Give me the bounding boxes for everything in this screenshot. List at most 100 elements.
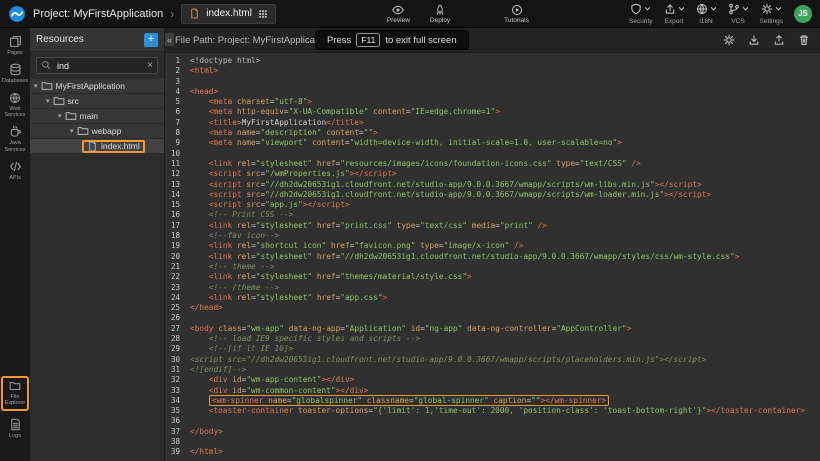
i18n-menu[interactable]: i18N [696,3,717,25]
code-line[interactable]: <!-- load IE9 specific styles and script… [190,334,820,344]
tree-item-src[interactable]: ▾src [30,94,164,109]
globe-icon [696,3,708,17]
tree-item-MyFirstApplication[interactable]: ▾MyFirstApplication [30,79,164,94]
grid-icon[interactable] [258,9,268,19]
search-input[interactable] [55,60,143,72]
code-line[interactable]: </body> [190,427,820,437]
code-line[interactable]: <!doctype html> [190,56,820,66]
code-line[interactable]: <toaster-container toaster-options="{'li… [190,406,820,416]
add-resource-button[interactable]: + [144,33,158,47]
line-number: 27 [165,324,180,334]
sidebar-item-file-explorer[interactable]: File Explorer [1,376,29,411]
export-menu-icons [664,3,685,17]
fullscreen-tooltip: Press F11 to exit full screen [315,30,469,50]
sidebar-item-pages[interactable]: Pages [1,35,29,56]
code-line[interactable]: <script src="//dh2dw20653ig1.cloudfront.… [190,180,820,190]
api-icon [9,160,22,173]
code-line[interactable]: <!-- /theme --> [190,283,820,293]
code-line[interactable] [190,77,820,87]
vcs-menu[interactable]: VCS [728,3,749,25]
code-line[interactable] [190,416,820,426]
code-line[interactable]: <link rel="stylesheet" href="app.css"> [190,293,820,303]
sidebar-item-apis[interactable]: APIs [1,160,29,181]
line-number: 36 [165,416,180,426]
code-line[interactable]: <html> [190,66,820,76]
sidebar-item-logs[interactable]: Logs [1,418,29,439]
line-number: 17 [165,221,180,231]
open-file-tab[interactable]: index.html [181,4,276,24]
user-avatar[interactable]: JS [794,5,812,23]
code-line[interactable]: <meta name="description" content=""> [190,128,820,138]
shield-icon [630,3,642,17]
folder-icon [53,95,65,107]
clear-search-icon[interactable]: × [147,61,153,71]
code-line[interactable]: <div id="wm-app-content"></div> [190,375,820,385]
code-line[interactable]: <meta name="viewport" content="width=dev… [190,138,820,148]
code-line[interactable]: <!-- theme --> [190,262,820,272]
file-icon [87,141,98,152]
code-line[interactable]: </html> [190,447,820,457]
line-number: 33 [165,386,180,396]
tree-item-index.html[interactable]: index.html [30,139,164,154]
code-editor[interactable]: 1234567891011121314151617181920212223242… [165,53,820,461]
code-line[interactable]: <!--fav icon--> [190,231,820,241]
vcs-menu-icons [728,3,749,17]
search-icon [41,57,51,75]
code-line[interactable]: <link rel="stylesheet" href="themes/mate… [190,272,820,282]
filebar-actions [713,34,810,46]
code-line[interactable]: <script src="app.js"></script> [190,200,820,210]
settings-action[interactable] [723,34,735,46]
code-line[interactable]: <![endif]--> [190,365,820,375]
security-menu[interactable]: Security [629,3,652,25]
project-name[interactable]: Project: MyFirstApplication [33,8,163,20]
tree-item-label: webapp [92,126,122,136]
code-line[interactable]: <meta http-equiv="X-UA-Compatible" conte… [190,107,820,117]
code-line[interactable]: <link rel="stylesheet" href="resources/i… [190,159,820,169]
resources-title: Resources [36,34,84,45]
code-line[interactable]: <wm-spinner name="globalspinner" classna… [190,396,820,406]
tree-item-main[interactable]: ▾main [30,109,164,124]
resources-panel: Resources + « × ▾MyFirstApplication▾src▾… [30,28,165,461]
line-number: 31 [165,365,180,375]
sidebar-item-web-services[interactable]: Web Services [1,92,29,119]
code-line[interactable]: </head> [190,303,820,313]
deploy-label: Deploy [430,17,450,24]
sidebar-item-databases[interactable]: Databases [1,63,29,84]
code-line[interactable] [190,149,820,159]
upload-action[interactable] [773,34,785,46]
code-line[interactable]: <script src="//dh2dw20653ig1.cloudfront.… [190,190,820,200]
collapse-panel-icon[interactable]: « [164,32,175,47]
code-line[interactable]: <link rel="stylesheet" href="//dh2dw2065… [190,252,820,262]
delete-action[interactable] [798,34,810,46]
download-action[interactable] [748,34,760,46]
tree-item-webapp[interactable]: ▾webapp [30,124,164,139]
deploy-button[interactable]: Deploy [430,4,450,24]
code-line[interactable]: <!-- Print CSS --> [190,210,820,220]
code-line[interactable]: <link rel="stylesheet" href="print.css" … [190,221,820,231]
coffee-icon [9,125,22,138]
code-line[interactable]: <!--[if lt IE 10]> [190,344,820,354]
line-number: 15 [165,200,180,210]
code-line[interactable]: <script src="/wmProperties.js"></script> [190,169,820,179]
export-menu[interactable]: Export [664,3,685,25]
code-line[interactable]: <link rel="shortcut icon" href="favicon.… [190,241,820,251]
folder-icon [77,125,89,137]
caret-down-icon [710,5,717,14]
sidebar-item-java-services[interactable]: Java Services [1,125,29,153]
sidebar-item-label: Web Services [1,106,29,119]
code-line[interactable]: <title>MyFirstApplication</title> [190,118,820,128]
code-content[interactable]: <!doctype html><html> <head> <meta charse… [184,53,820,461]
chevron-right-icon: › [170,8,174,20]
code-line[interactable]: <script src="//dh2dw20653ig1.cloudfront.… [190,355,820,365]
settings-menu[interactable]: Settings [760,3,784,25]
tree-item-label: src [68,96,79,106]
code-line[interactable]: <body class="wm-app" data-ng-app="Applic… [190,324,820,334]
code-line[interactable]: <head> [190,87,820,97]
preview-button[interactable]: Preview [387,4,410,24]
code-line[interactable] [190,437,820,447]
line-number: 38 [165,437,180,447]
resources-header: Resources + « [30,28,164,52]
code-line[interactable]: <meta charset="utf-8"> [190,97,820,107]
code-line[interactable] [190,313,820,323]
tutorials-button[interactable]: Tutorials [504,4,529,24]
